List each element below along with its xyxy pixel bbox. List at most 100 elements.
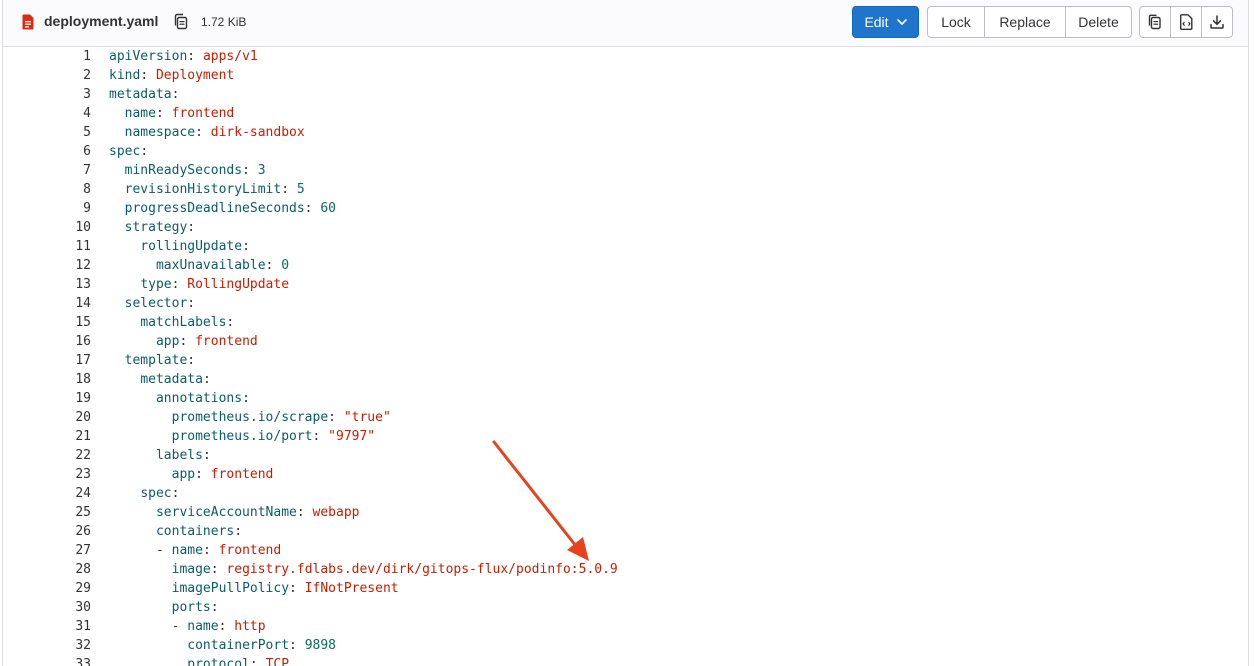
edit-button[interactable]: Edit <box>852 6 919 38</box>
open-raw-button[interactable] <box>1170 6 1202 38</box>
line-number[interactable]: 16 <box>3 332 91 351</box>
yaml-separator: : <box>179 334 196 349</box>
line-number[interactable]: 2 <box>3 66 91 85</box>
code-text: rollingUpdate: <box>109 237 250 256</box>
line-number[interactable]: 30 <box>3 598 91 617</box>
yaml-separator: : <box>140 144 149 159</box>
yaml-separator: : <box>242 391 250 406</box>
yaml-value: registry.fdlabs.dev/dirk/gitops-flux/pod… <box>226 562 618 577</box>
code-line: 22 labels: <box>3 446 1248 465</box>
chevron-down-icon <box>896 19 907 25</box>
code-text: - name: http <box>109 617 266 636</box>
code-text: type: RollingUpdate <box>109 275 289 294</box>
line-number[interactable]: 4 <box>3 104 91 123</box>
yaml-key: containerPort <box>187 638 290 653</box>
line-number[interactable]: 12 <box>3 256 91 275</box>
line-number[interactable]: 21 <box>3 427 91 446</box>
line-number[interactable]: 6 <box>3 142 91 161</box>
line-number[interactable]: 32 <box>3 636 91 655</box>
line-number[interactable]: 3 <box>3 85 91 104</box>
line-number[interactable]: 29 <box>3 579 91 598</box>
line-number[interactable]: 26 <box>3 522 91 541</box>
line-number[interactable]: 31 <box>3 617 91 636</box>
line-number[interactable]: 22 <box>3 446 91 465</box>
line-number[interactable]: 13 <box>3 275 91 294</box>
yaml-key: minReadySeconds <box>124 163 243 178</box>
replace-button[interactable]: Replace <box>984 6 1066 38</box>
code-view[interactable]: 1 apiVersion: apps/v1 2 kind: Deployment 3 me… <box>3 47 1248 666</box>
yaml-separator: : <box>296 505 313 520</box>
line-number[interactable]: 28 <box>3 560 91 579</box>
copy-contents-button[interactable] <box>1139 6 1171 38</box>
yaml-key: name <box>171 543 203 558</box>
code-line: 29 imagePullPolicy: IfNotPresent <box>3 579 1248 598</box>
line-number[interactable]: 8 <box>3 180 91 199</box>
line-number[interactable]: 20 <box>3 408 91 427</box>
line-number[interactable]: 15 <box>3 313 91 332</box>
line-number[interactable]: 17 <box>3 351 91 370</box>
line-number[interactable]: 5 <box>3 123 91 142</box>
line-number[interactable]: 27 <box>3 541 91 560</box>
code-line: 23 app: frontend <box>3 465 1248 484</box>
yaml-separator: : <box>328 410 344 425</box>
line-number[interactable]: 11 <box>3 237 91 256</box>
yaml-key: strategy <box>124 220 188 235</box>
code-line: 1 apiVersion: apps/v1 <box>3 47 1248 66</box>
yaml-key: template <box>124 353 188 368</box>
line-number[interactable]: 24 <box>3 484 91 503</box>
yaml-key: namespace <box>124 125 196 140</box>
yaml-separator: : <box>171 87 180 102</box>
code-text: prometheus.io/port: "9797" <box>109 427 376 446</box>
yaml-key: type <box>140 277 172 292</box>
yaml-key: kind <box>109 68 141 83</box>
code-line: 5 namespace: dirk-sandbox <box>3 123 1248 142</box>
yaml-key: app <box>171 467 196 482</box>
line-number[interactable]: 7 <box>3 161 91 180</box>
delete-button[interactable]: Delete <box>1065 6 1132 38</box>
line-number[interactable]: 18 <box>3 370 91 389</box>
line-number[interactable]: 1 <box>3 47 91 66</box>
yaml-separator: : <box>242 239 250 254</box>
line-number[interactable]: 25 <box>3 503 91 522</box>
line-number[interactable]: 33 <box>3 655 91 666</box>
yaml-value: frontend <box>218 543 282 558</box>
line-number[interactable]: 14 <box>3 294 91 313</box>
download-button[interactable] <box>1201 6 1233 38</box>
code-text: revisionHistoryLimit: 5 <box>109 180 305 199</box>
code-text: metadata: <box>109 370 210 389</box>
line-number[interactable]: 10 <box>3 218 91 237</box>
code-line: 31 - name: http <box>3 617 1248 636</box>
code-line: 33 protocol: TCP <box>3 655 1248 666</box>
yaml-value: 0 <box>281 258 290 273</box>
yaml-key: metadata <box>109 87 172 102</box>
code-line: 30 ports: <box>3 598 1248 617</box>
yaml-separator: : <box>210 600 219 615</box>
lock-button[interactable]: Lock <box>927 6 985 38</box>
yaml-value: "9797" <box>328 429 376 444</box>
code-text: minReadySeconds: 3 <box>109 161 266 180</box>
line-number[interactable]: 9 <box>3 199 91 218</box>
yaml-separator: : <box>195 467 211 482</box>
yaml-key: labels <box>155 448 203 463</box>
yaml-separator: : <box>289 581 305 596</box>
code-line: 14 selector: <box>3 294 1248 313</box>
copy-icon[interactable] <box>173 13 189 31</box>
yaml-separator: : <box>210 562 227 577</box>
line-number[interactable]: 19 <box>3 389 91 408</box>
yaml-key: app <box>155 334 180 349</box>
code-text: metadata: <box>109 85 179 104</box>
line-number[interactable]: 23 <box>3 465 91 484</box>
code-text: matchLabels: <box>109 313 234 332</box>
yaml-separator: : <box>249 657 266 666</box>
yaml-value: 3 <box>257 163 266 178</box>
yaml-key: spec <box>140 486 172 501</box>
